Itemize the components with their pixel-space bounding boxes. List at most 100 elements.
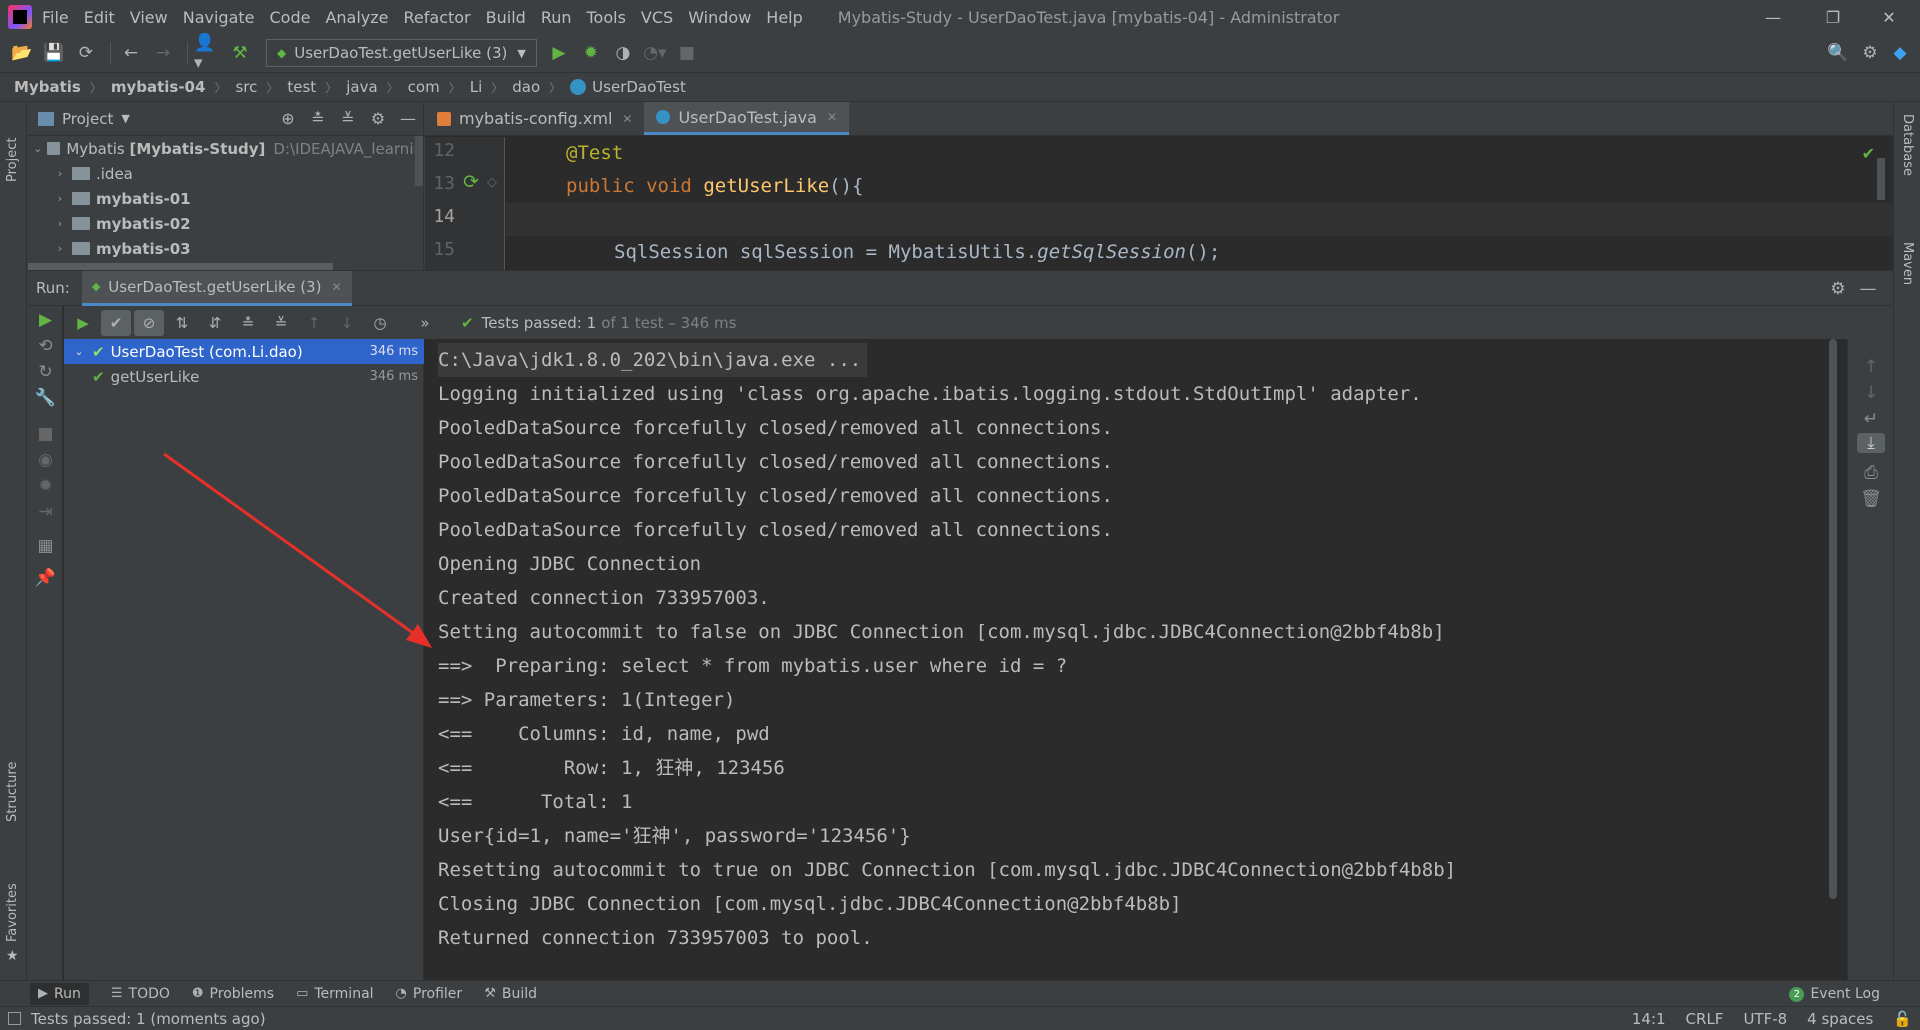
camera-icon[interactable]: ◉ bbox=[28, 450, 63, 470]
close-icon[interactable]: ✕ bbox=[622, 112, 632, 126]
run-tab[interactable]: ◆ UserDaoTest.getUserLike (3) ✕ bbox=[81, 270, 352, 306]
debug-icon[interactable]: ✹ bbox=[577, 39, 605, 67]
chevron-right-icon[interactable]: › bbox=[52, 242, 68, 255]
breadcrumb-item[interactable]: Li bbox=[470, 78, 483, 96]
search-icon[interactable]: 🔍 bbox=[1824, 39, 1852, 67]
menu-vcs[interactable]: VCS bbox=[641, 8, 673, 27]
lock-icon[interactable]: 🔓 bbox=[1893, 1010, 1912, 1028]
menu-navigate[interactable]: Navigate bbox=[183, 8, 255, 27]
profile-icon[interactable]: ◔▾ bbox=[641, 39, 669, 67]
stop-icon[interactable]: ■ bbox=[28, 424, 63, 444]
expand-all-icon[interactable]: ≛ bbox=[303, 109, 333, 128]
menu-file[interactable]: File bbox=[42, 8, 69, 27]
run-configuration-select[interactable]: ◆ UserDaoTest.getUserLike (3) ▼ bbox=[266, 39, 537, 67]
sort-alpha-icon[interactable]: ⇅ bbox=[167, 310, 197, 336]
down-icon[interactable]: ↓ bbox=[1848, 383, 1894, 403]
trash-icon[interactable]: 🗑 bbox=[1848, 489, 1894, 509]
tree-item-mybatis-02[interactable]: › mybatis-02 bbox=[28, 211, 423, 236]
tree-item-idea[interactable]: › .idea bbox=[28, 161, 423, 186]
more-icon[interactable]: » bbox=[410, 310, 440, 336]
breadcrumb-item[interactable]: Mybatis bbox=[14, 78, 81, 96]
close-window-icon[interactable]: ✕ bbox=[1866, 0, 1912, 34]
scroll-to-end-icon[interactable]: ⤓ bbox=[1857, 433, 1885, 453]
fold-icon[interactable]: ◇ bbox=[487, 175, 497, 190]
profiler-tool-button[interactable]: ◔ Profiler bbox=[396, 986, 463, 1002]
toggle-auto-test-icon[interactable]: ↻ bbox=[28, 362, 63, 382]
terminal-tool-button[interactable]: ▭ Terminal bbox=[296, 986, 373, 1002]
collapse-all-icon[interactable]: ≚ bbox=[333, 109, 363, 128]
gear-icon[interactable]: ⚙ bbox=[363, 109, 393, 128]
run-tool-button[interactable]: ▶ Run bbox=[30, 982, 89, 1005]
menu-edit[interactable]: Edit bbox=[84, 8, 115, 27]
run-test-gutter-icon[interactable]: ⟳ bbox=[463, 171, 479, 193]
close-icon[interactable]: ✕ bbox=[331, 280, 341, 294]
menu-window[interactable]: Window bbox=[688, 8, 751, 27]
build-tool-button[interactable]: ⚒ Build bbox=[484, 986, 537, 1002]
breadcrumb-item[interactable]: com bbox=[408, 78, 440, 96]
locate-icon[interactable]: ⊕ bbox=[273, 109, 303, 128]
gear-icon[interactable]: ⚙ bbox=[1823, 279, 1853, 299]
soft-wrap-icon[interactable]: ↵ bbox=[1848, 409, 1894, 429]
file-encoding[interactable]: UTF-8 bbox=[1743, 1010, 1787, 1028]
tab-userdaotest[interactable]: UserDaoTest.java ✕ bbox=[644, 102, 850, 135]
chevron-down-icon[interactable]: ⌄ bbox=[70, 345, 88, 358]
chevron-right-icon[interactable]: › bbox=[52, 192, 68, 205]
show-passed-icon[interactable]: ✔ bbox=[101, 309, 131, 336]
database-tool-button[interactable]: Database bbox=[1900, 114, 1915, 176]
coverage-icon[interactable]: ◑ bbox=[609, 39, 637, 67]
indent-setting[interactable]: 4 spaces bbox=[1807, 1010, 1873, 1028]
wrench-icon[interactable]: 🔧 bbox=[28, 388, 63, 408]
event-log-button[interactable]: 2 Event Log bbox=[1789, 981, 1880, 1007]
test-class-row[interactable]: ⌄ ✔ UserDaoTest (com.Li.dao) 346 ms bbox=[64, 339, 424, 364]
console-scrollbar[interactable] bbox=[1829, 339, 1837, 899]
show-ignored-icon[interactable]: ⊘ bbox=[134, 309, 164, 336]
expand-all-icon[interactable]: ≛ bbox=[233, 310, 263, 336]
line-separator[interactable]: CRLF bbox=[1686, 1010, 1724, 1028]
status-message[interactable]: Tests passed: 1 (moments ago) bbox=[31, 1010, 266, 1028]
breadcrumb-item[interactable]: test bbox=[287, 78, 316, 96]
stop-icon[interactable]: ■ bbox=[673, 39, 701, 67]
forward-icon[interactable]: → bbox=[149, 39, 177, 67]
breadcrumb-item[interactable]: mybatis-04 bbox=[111, 78, 206, 96]
vertical-scrollbar[interactable] bbox=[415, 136, 423, 186]
tree-item-mybatis-03[interactable]: › mybatis-03 bbox=[28, 236, 423, 261]
menu-help[interactable]: Help bbox=[766, 8, 802, 27]
project-view-select[interactable]: Project bbox=[62, 110, 113, 128]
todo-tool-button[interactable]: ☰ TODO bbox=[111, 986, 170, 1002]
structure-tool-button[interactable]: Structure bbox=[5, 742, 20, 822]
layout-icon[interactable]: ▦ bbox=[28, 536, 63, 556]
menu-analyze[interactable]: Analyze bbox=[325, 8, 388, 27]
up-icon[interactable]: ↑ bbox=[1848, 357, 1894, 377]
toggle-tool-windows-icon[interactable] bbox=[8, 1012, 21, 1025]
run-icon[interactable]: ▶ bbox=[68, 310, 98, 336]
sync-icon[interactable]: ⟳ bbox=[72, 39, 100, 67]
run-icon[interactable]: ▶ bbox=[545, 39, 573, 67]
sort-duration-icon[interactable]: ⇵ bbox=[200, 310, 230, 336]
pin-icon[interactable]: 📌 bbox=[28, 568, 63, 588]
no-problems-check-icon[interactable]: ✔ bbox=[1862, 144, 1875, 163]
favorites-tool-button[interactable]: Favorites bbox=[5, 862, 20, 942]
collapse-all-icon[interactable]: ≚ bbox=[266, 310, 296, 336]
chevron-right-icon[interactable]: › bbox=[52, 167, 68, 180]
import-icon[interactable]: ⇥ bbox=[28, 502, 63, 522]
editor-scrollbar[interactable] bbox=[1877, 158, 1885, 200]
back-icon[interactable]: ← bbox=[117, 39, 145, 67]
breadcrumb-item[interactable]: UserDaoTest bbox=[592, 78, 686, 96]
menu-refactor[interactable]: Refactor bbox=[404, 8, 471, 27]
problems-tool-button[interactable]: ❶ Problems bbox=[192, 986, 274, 1002]
toolbox-icon[interactable]: ◆ bbox=[1886, 39, 1914, 67]
maven-tool-button[interactable]: Maven bbox=[1900, 242, 1915, 285]
previous-icon[interactable]: ↑ bbox=[299, 310, 329, 336]
menu-view[interactable]: View bbox=[130, 8, 168, 27]
restore-icon[interactable]: ❐ bbox=[1810, 0, 1856, 34]
breadcrumb-item[interactable]: dao bbox=[512, 78, 540, 96]
tree-root-row[interactable]: ⌄ Mybatis [Mybatis-Study] D:\IDEAJAVA_le… bbox=[28, 136, 423, 161]
breadcrumb-item[interactable]: src bbox=[235, 78, 257, 96]
tab-mybatis-config[interactable]: mybatis-config.xml ✕ bbox=[425, 102, 644, 135]
hide-icon[interactable]: — bbox=[1853, 279, 1883, 299]
vcs-user-icon[interactable]: 👤▾ bbox=[194, 33, 222, 73]
menu-code[interactable]: Code bbox=[270, 8, 311, 27]
chevron-right-icon[interactable]: › bbox=[52, 217, 68, 230]
rerun-icon[interactable]: ▶ bbox=[28, 310, 63, 330]
history-icon[interactable]: ◷ bbox=[365, 310, 395, 336]
